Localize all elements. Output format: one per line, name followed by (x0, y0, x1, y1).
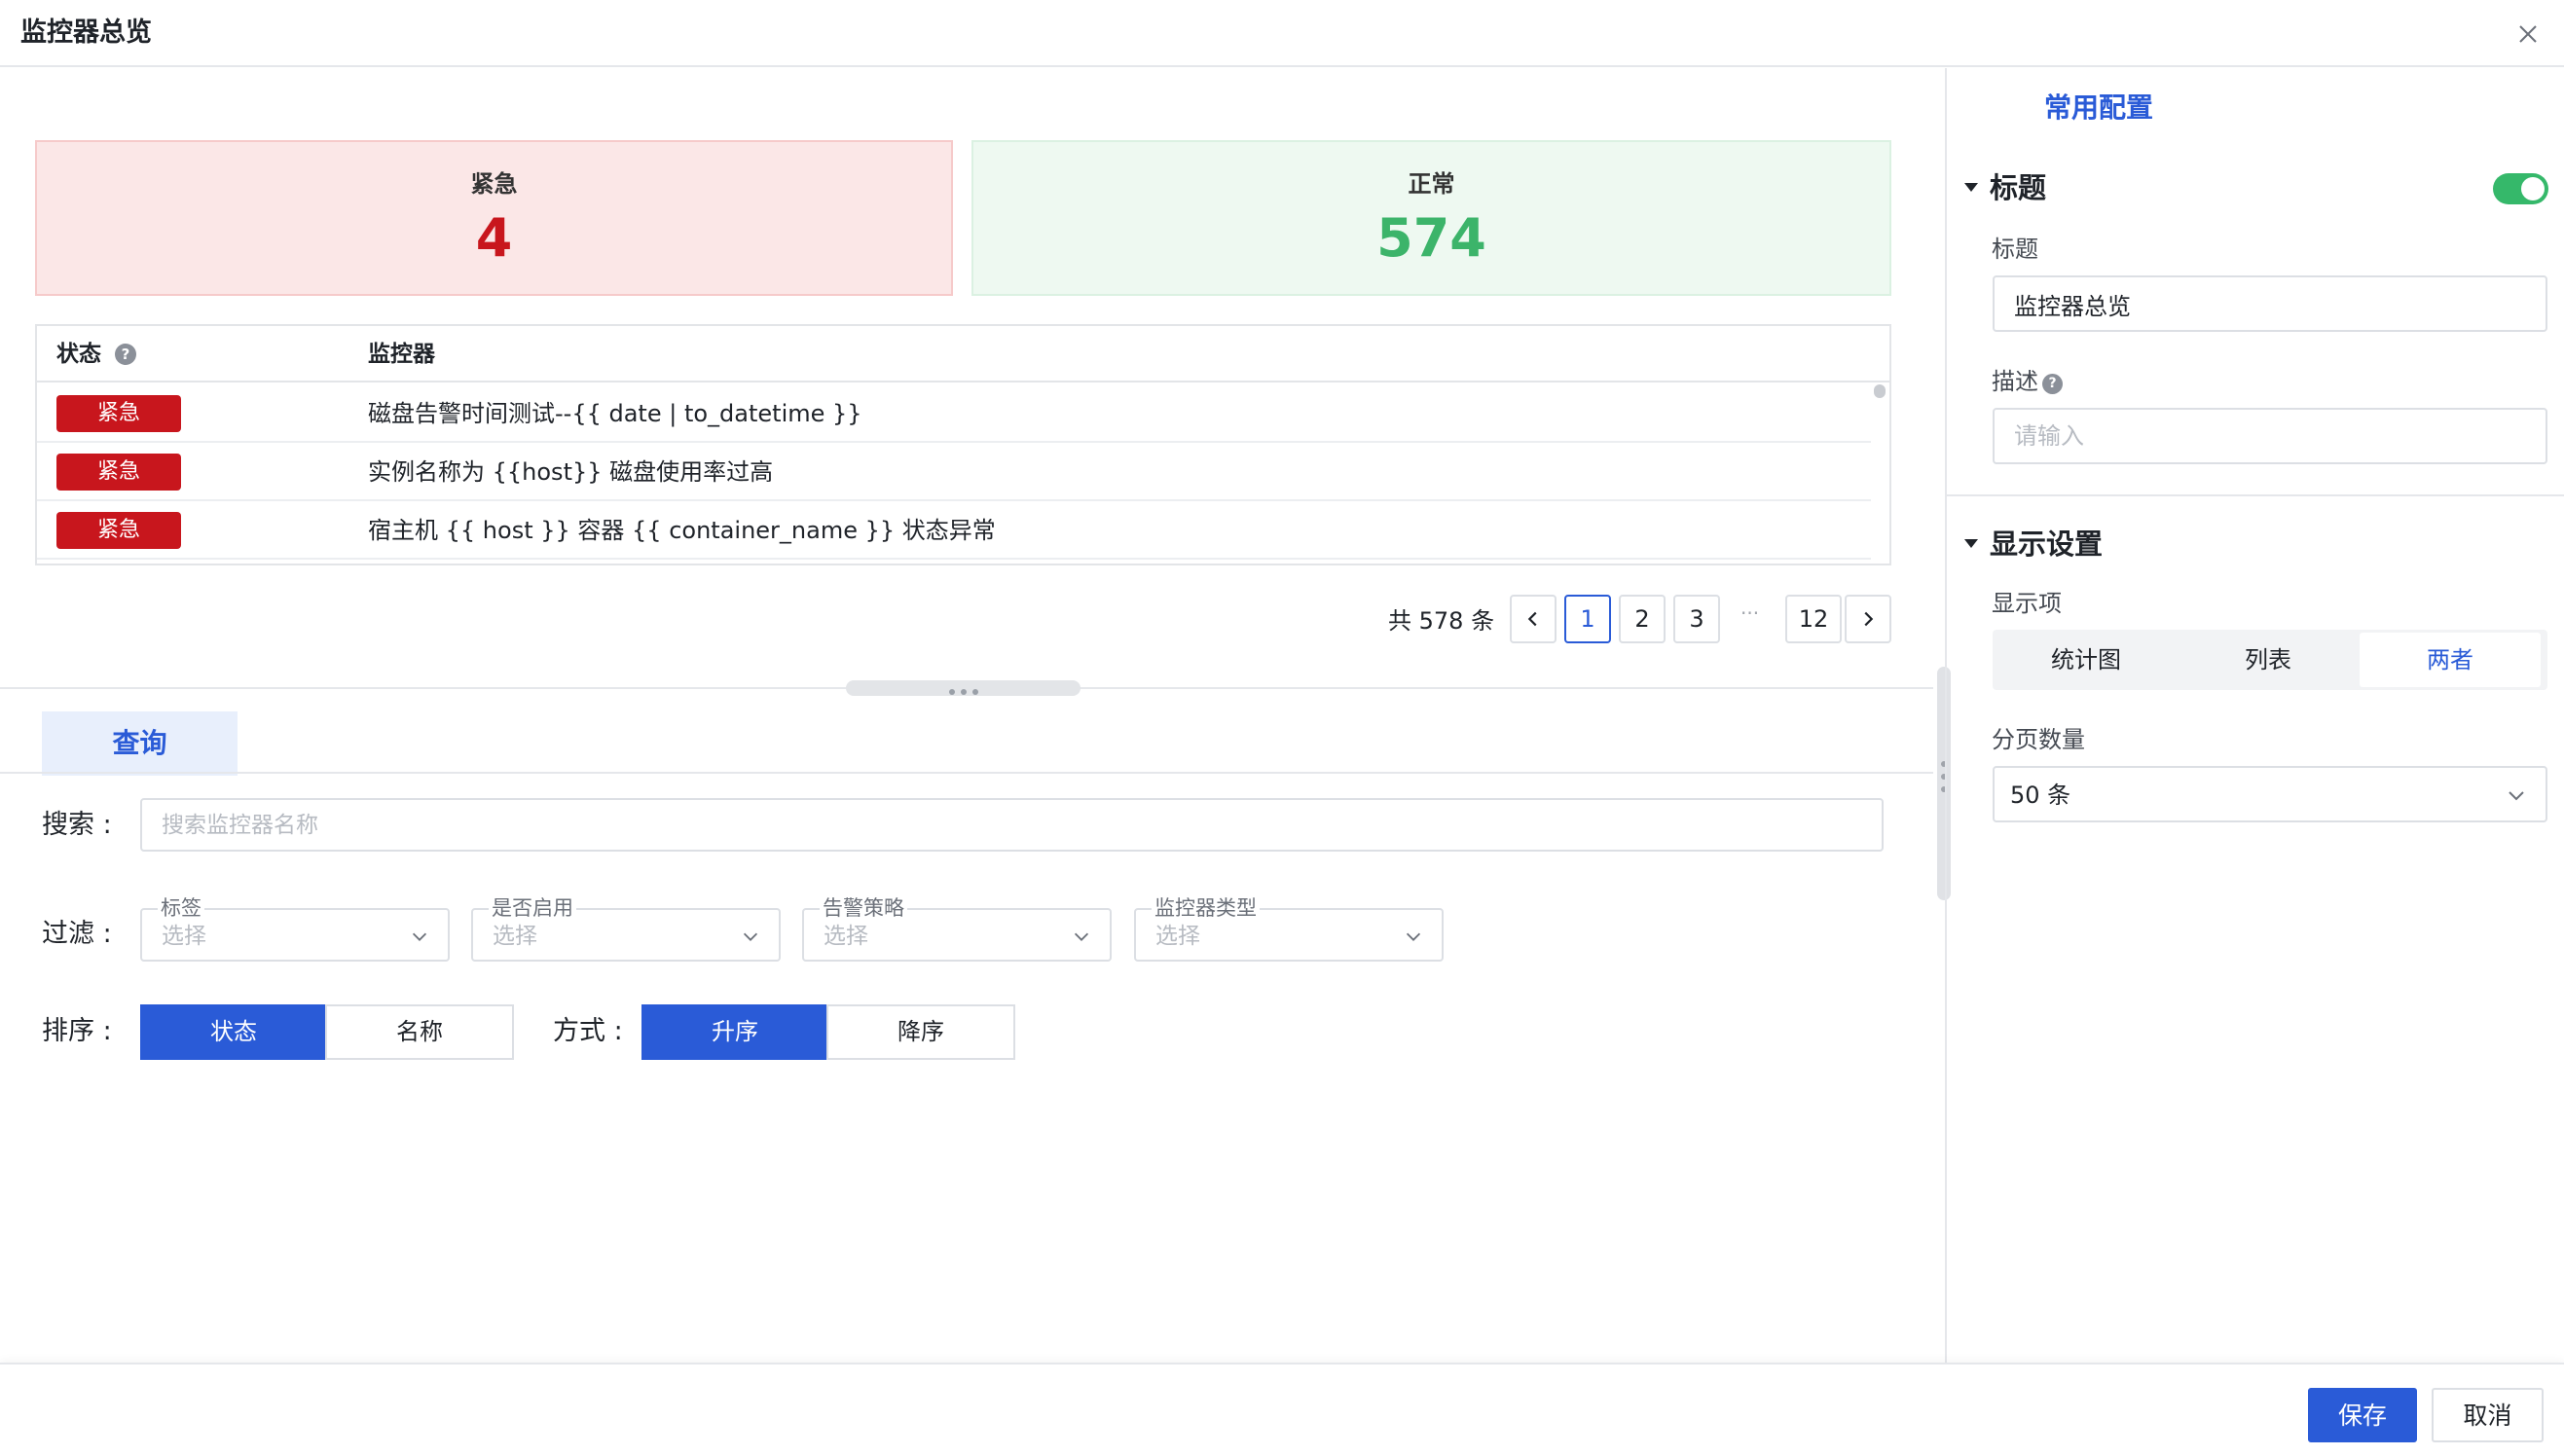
filter-placeholder: 选择 (162, 922, 206, 951)
display-option-both[interactable]: 两者 (2360, 633, 2541, 687)
config-panel: 常用配置 标题 (1947, 68, 2564, 1363)
display-items-segmented: 统计图 列表 两者 (1993, 630, 2547, 690)
preview-area: 紧急 4 正常 574 状态? 监控器 紧急 磁盘告警时间测试--{{ date… (0, 68, 1945, 1363)
filter-placeholder: 选择 (824, 922, 868, 951)
caret-down-icon (1964, 183, 1978, 192)
table-header: 状态? 监控器 (37, 326, 1889, 382)
order-desc-button[interactable]: 降序 (826, 1004, 1015, 1060)
page-button-3[interactable]: 3 (1673, 595, 1720, 643)
resize-handle[interactable] (846, 680, 1081, 696)
modal-title: 监控器总览 (20, 16, 152, 51)
tab-underline (0, 772, 1933, 774)
display-option-list[interactable]: 列表 (2178, 633, 2359, 687)
close-button[interactable] (2511, 18, 2545, 51)
modal-header: 监控器总览 (0, 0, 2564, 67)
column-header-status: 状态? (56, 340, 136, 369)
title-field-label: 标题 (1992, 234, 2038, 265)
table-row[interactable]: 紧急 实例名称为 {{host}} 磁盘使用率过高 (37, 443, 1871, 501)
pagination-total: 共 578 条 (1388, 605, 1494, 637)
column-header-monitor: 监控器 (368, 340, 435, 369)
chevron-down-icon (409, 926, 430, 947)
desc-field-label: 描述? (1992, 366, 2063, 397)
normal-stat-card[interactable]: 正常 574 (971, 140, 1891, 296)
display-items-label: 显示项 (1992, 588, 2062, 619)
save-button[interactable]: 保存 (2308, 1388, 2417, 1442)
desc-label-text: 描述 (1992, 368, 2038, 395)
status-badge: 紧急 (56, 395, 181, 432)
filter-tag-select[interactable]: 标签 选择 (140, 908, 450, 962)
order-asc-button[interactable]: 升序 (641, 1004, 828, 1060)
chevron-down-icon (1071, 926, 1092, 947)
page-button-12[interactable]: 12 (1785, 595, 1842, 643)
filter-placeholder: 选择 (1155, 922, 1200, 951)
close-icon (2511, 18, 2545, 51)
normal-stat-label: 正常 (973, 169, 1889, 199)
display-section-heading: 显示设置 (1990, 528, 2103, 561)
help-icon[interactable]: ? (2042, 374, 2063, 394)
chevron-down-icon (740, 926, 761, 947)
filter-caption: 告警策略 (820, 895, 907, 921)
column-status-label: 状态 (56, 342, 101, 367)
search-input[interactable] (140, 798, 1884, 852)
section-divider (1947, 494, 2564, 496)
chevron-down-icon (1403, 926, 1424, 947)
search-label: 搜索 : (42, 808, 112, 843)
monitor-name[interactable]: 实例名称为 {{host}} 磁盘使用率过高 (368, 456, 773, 488)
help-icon[interactable]: ? (115, 344, 136, 365)
prev-page-button[interactable] (1510, 595, 1557, 643)
monitor-table: 状态? 监控器 紧急 磁盘告警时间测试--{{ date | to_dateti… (35, 324, 1891, 565)
filter-caption: 标签 (158, 895, 204, 921)
table-row[interactable]: 紧急 宿主机 {{ host }} 容器 {{ container_name }… (37, 501, 1871, 560)
caret-down-icon (1964, 539, 1978, 548)
monitor-name[interactable]: 宿主机 {{ host }} 容器 {{ container_name }} 状… (368, 515, 996, 546)
page-size-label: 分页数量 (1992, 724, 2085, 755)
status-badge: 紧急 (56, 512, 181, 549)
toggle-knob (2521, 177, 2545, 200)
title-section-heading: 标题 (1990, 171, 2046, 204)
page-button-1[interactable]: 1 (1564, 595, 1611, 643)
filter-type-select[interactable]: 监控器类型 选择 (1134, 908, 1444, 962)
pagination-ellipsis[interactable]: ··· (1740, 601, 1759, 625)
table-scrollbar[interactable] (1874, 384, 1886, 398)
normal-stat-value: 574 (973, 208, 1889, 269)
filter-policy-select[interactable]: 告警策略 选择 (802, 908, 1112, 962)
urgent-stat-card[interactable]: 紧急 4 (35, 140, 953, 296)
description-input[interactable] (1993, 408, 2547, 464)
page-size-value: 50 条 (2010, 780, 2070, 811)
status-badge: 紧急 (56, 454, 181, 491)
cancel-button[interactable]: 取消 (2432, 1388, 2544, 1442)
chevron-left-icon (1522, 608, 1544, 630)
order-label: 方式 : (553, 1014, 623, 1049)
chevron-down-icon (2505, 783, 2528, 807)
title-toggle[interactable] (2493, 173, 2548, 204)
sort-label: 排序 : (42, 1014, 112, 1049)
monitor-name[interactable]: 磁盘告警时间测试--{{ date | to_datetime }} (368, 398, 862, 429)
filter-enabled-select[interactable]: 是否启用 选择 (471, 908, 781, 962)
title-input[interactable] (1993, 275, 2547, 332)
urgent-stat-label: 紧急 (37, 169, 951, 199)
display-option-chart[interactable]: 统计图 (1996, 633, 2177, 687)
page-button-2[interactable]: 2 (1619, 595, 1666, 643)
filter-caption: 是否启用 (489, 895, 576, 921)
display-section-header[interactable]: 显示设置 (1964, 526, 2103, 563)
tab-query[interactable]: 查询 (42, 711, 238, 776)
filter-label: 过滤 : (42, 917, 112, 952)
filter-placeholder: 选择 (493, 922, 537, 951)
urgent-stat-value: 4 (37, 208, 951, 269)
page-size-select[interactable]: 50 条 (1993, 766, 2547, 822)
chevron-right-icon (1857, 608, 1879, 630)
sort-by-status-button[interactable]: 状态 (140, 1004, 327, 1060)
next-page-button[interactable] (1845, 595, 1891, 643)
title-section-header[interactable]: 标题 (1964, 169, 2046, 206)
sort-by-name-button[interactable]: 名称 (325, 1004, 514, 1060)
filter-caption: 监控器类型 (1152, 895, 1260, 921)
table-row[interactable]: 紧急 磁盘告警时间测试--{{ date | to_datetime }} (37, 384, 1871, 443)
config-panel-title: 常用配置 (2044, 91, 2153, 126)
modal-footer: 保存 取消 (0, 1363, 2564, 1456)
